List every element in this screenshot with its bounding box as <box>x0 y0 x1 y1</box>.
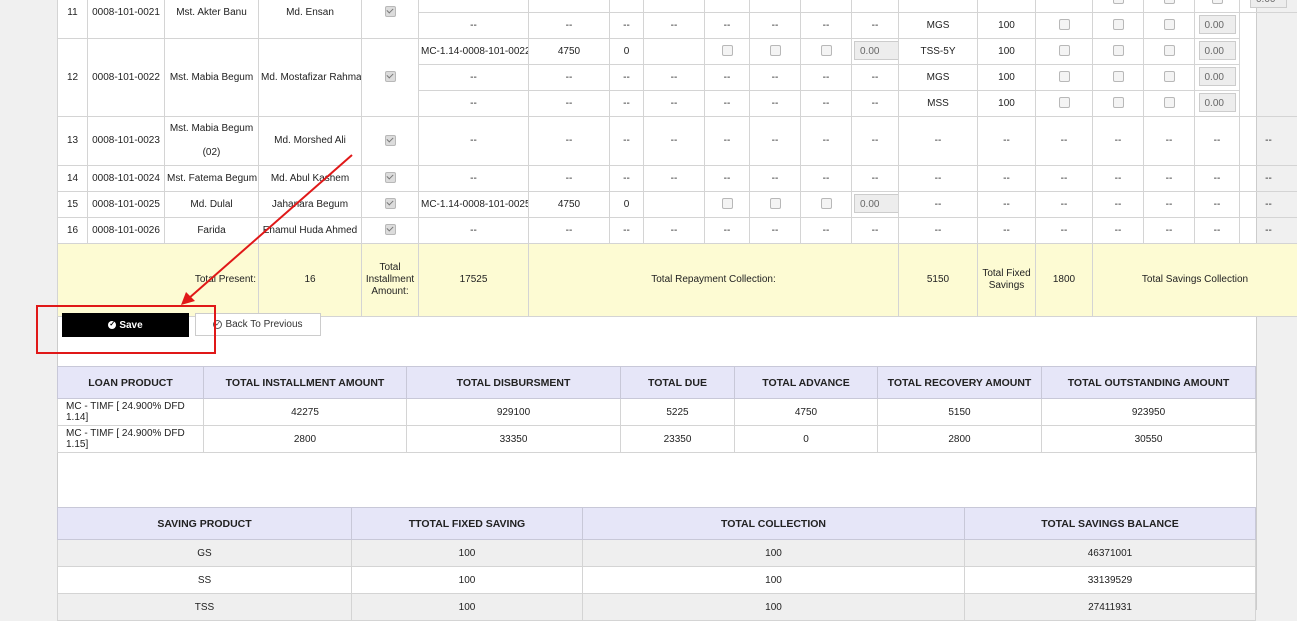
table-row: MC - TIMF [ 24.900% DFD 1.15] 2800 33350… <box>58 426 1256 453</box>
table-row: TSS 100 100 27411931 <box>58 594 1256 621</box>
table-row: SS 100 100 33139529 <box>58 567 1256 594</box>
loan-summary-table: LOAN PRODUCT TOTAL INSTALLMENT AMOUNT TO… <box>57 366 1256 453</box>
table-row: GS 100 100 46371001 <box>58 540 1256 567</box>
saving-summary-table: SAVING PRODUCT TTOTAL FIXED SAVING TOTAL… <box>57 507 1256 621</box>
table-row: MC - TIMF [ 24.900% DFD 1.14] 42275 9291… <box>58 399 1256 426</box>
